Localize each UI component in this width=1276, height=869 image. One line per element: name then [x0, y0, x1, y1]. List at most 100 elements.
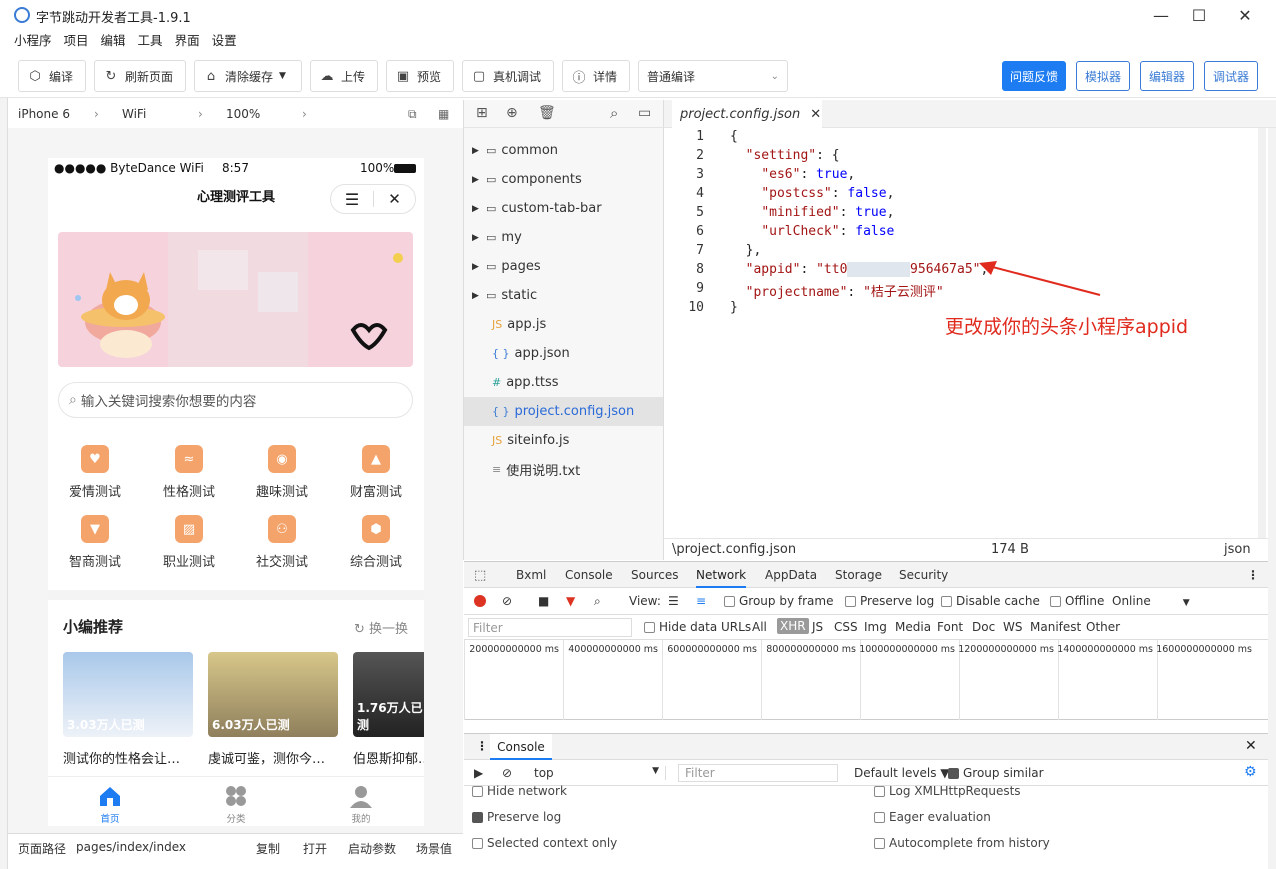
menu-edit[interactable]: 编辑	[101, 30, 126, 52]
file-tree-item[interactable]: ▶ ▭ common	[464, 136, 664, 165]
tab-home[interactable]: 首页	[80, 783, 140, 825]
category-general[interactable]: ⬢ 综合测试	[336, 515, 416, 570]
tab-appdata[interactable]: AppData	[765, 568, 817, 582]
menu-settings[interactable]: 设置	[212, 30, 237, 52]
menu-miniprogram[interactable]: 小程序	[14, 30, 52, 52]
group-similar-checkbox[interactable]: Group similar	[948, 766, 1044, 780]
filter-icon[interactable]: ▼	[566, 594, 575, 608]
preserve-log-checkbox[interactable]: Preserve log	[845, 594, 934, 608]
waterfall-view-icon[interactable]: ≡	[696, 594, 706, 608]
tab-console[interactable]: Console	[565, 568, 613, 582]
list-view-icon[interactable]: ☰	[668, 594, 679, 608]
scene-value-button[interactable]: 场景值	[416, 840, 452, 857]
tab-network[interactable]: Network	[696, 568, 747, 588]
category-wealth[interactable]: ▲ 财富测试	[336, 445, 416, 500]
drawer-menu-icon[interactable]: ⋮	[476, 739, 488, 753]
category-fun[interactable]: ◉ 趣味测试	[242, 445, 322, 500]
category-career[interactable]: ▨ 职业测试	[149, 515, 229, 570]
selected-context-option[interactable]: Selected context only	[472, 836, 617, 850]
remote-debug-button[interactable]: ▢ 真机调试	[462, 60, 554, 92]
copy-path-button[interactable]: 复制	[256, 840, 280, 857]
file-tree-item[interactable]: JS siteinfo.js	[464, 426, 664, 455]
offline-checkbox[interactable]: Offline	[1050, 594, 1104, 608]
type-other[interactable]: Other	[1086, 620, 1120, 634]
type-doc[interactable]: Doc	[972, 620, 995, 634]
open-path-button[interactable]: 打开	[303, 840, 327, 857]
close-drawer-icon[interactable]: ✕	[1245, 738, 1257, 754]
tab-sources[interactable]: Sources	[631, 568, 678, 582]
card-title[interactable]: 测试你的性格会让…	[63, 748, 193, 767]
camera-icon[interactable]: ■	[538, 594, 549, 608]
refresh-button[interactable]: ↻ 刷新页面	[94, 60, 186, 92]
preview-button[interactable]: ▣ 预览	[386, 60, 454, 92]
tab-bxml[interactable]: Bxml	[516, 568, 546, 582]
upload-button[interactable]: ☁ 上传	[310, 60, 378, 92]
card-title[interactable]: 虔诚可鉴，测你今…	[208, 748, 338, 767]
log-xhr-option[interactable]: Log XMLHttpRequests	[874, 784, 1021, 798]
device-select[interactable]: iPhone 6	[18, 107, 70, 121]
group-by-frame-checkbox[interactable]: Group by frame	[724, 594, 833, 608]
grid-icon[interactable]: ▦	[438, 107, 449, 121]
type-ws[interactable]: WS	[1003, 620, 1022, 634]
zoom-select[interactable]: 100%	[226, 107, 260, 121]
launch-params-button[interactable]: 启动参数	[348, 840, 396, 857]
network-filter-input[interactable]: Filter	[468, 618, 632, 637]
hide-data-urls-checkbox[interactable]: Hide data URLs	[644, 620, 751, 634]
autocomplete-history-option[interactable]: Autocomplete from history	[874, 836, 1050, 850]
more-icon[interactable]: ⋮	[1247, 568, 1259, 582]
compile-button[interactable]: ⬡ 编译	[18, 60, 86, 92]
card-title[interactable]: 伯恩斯抑郁…	[353, 748, 424, 767]
tab-mine[interactable]: 我的	[331, 783, 391, 825]
close-app-icon[interactable]: ✕	[374, 190, 415, 208]
type-xhr[interactable]: XHR	[777, 618, 809, 634]
disable-cache-checkbox[interactable]: Disable cache	[941, 594, 1040, 608]
maximize-button[interactable]: ☐	[1176, 0, 1222, 30]
file-tree-item[interactable]: { } project.config.json	[464, 397, 664, 426]
editor-toggle[interactable]: 编辑器	[1140, 61, 1194, 91]
type-font[interactable]: Font	[937, 620, 963, 634]
record-icon[interactable]	[474, 595, 486, 607]
new-file-icon[interactable]: ⊞	[476, 105, 488, 121]
file-tree-item[interactable]: ▶ ▭ pages	[464, 252, 664, 281]
recommend-card[interactable]: 1.76万人已测	[353, 652, 424, 737]
tab-security[interactable]: Security	[899, 568, 948, 582]
close-tab-icon[interactable]: ✕	[810, 107, 821, 122]
clear-cache-button[interactable]: ⌂ 清除缓存 ▼	[194, 60, 302, 92]
network-timeline[interactable]: 200000000000 ms 400000000000 ms 60000000…	[464, 640, 1276, 720]
feedback-button[interactable]: 问题反馈	[1002, 61, 1066, 91]
type-media[interactable]: Media	[895, 620, 931, 634]
category-personality[interactable]: ≈ 性格测试	[149, 445, 229, 500]
delete-icon[interactable]: 🗑	[538, 105, 556, 121]
folder-open-icon[interactable]: ▭	[638, 105, 651, 121]
menu-tools[interactable]: 工具	[138, 30, 163, 52]
new-folder-icon[interactable]: ⊕	[506, 105, 518, 121]
simulator-toggle[interactable]: 模拟器	[1076, 61, 1130, 91]
file-tree-item[interactable]: # app.ttss	[464, 368, 664, 397]
tab-storage[interactable]: Storage	[835, 568, 882, 582]
menu-icon[interactable]: ☰	[331, 190, 373, 209]
category-love[interactable]: ♥ 爱情测试	[55, 445, 135, 500]
type-all[interactable]: All	[752, 620, 767, 634]
console-filter-input[interactable]: Filter	[678, 764, 838, 782]
category-social[interactable]: ⚇ 社交测试	[242, 515, 322, 570]
refresh-recommend-button[interactable]: ↻ 换一换	[354, 618, 408, 637]
eager-eval-option[interactable]: Eager evaluation	[874, 810, 991, 824]
compile-mode-select[interactable]: 普通编译 ⌄	[638, 60, 788, 92]
window-icon[interactable]: ⧉	[408, 107, 417, 122]
hide-network-option[interactable]: Hide network	[472, 784, 567, 798]
inspect-icon[interactable]: ⬚	[474, 568, 486, 583]
file-tree-item[interactable]: ▶ ▭ static	[464, 281, 664, 310]
search-icon[interactable]: ⌕	[610, 104, 618, 122]
file-tree-item[interactable]: ▶ ▭ custom-tab-bar	[464, 194, 664, 223]
preserve-log-option[interactable]: Preserve log	[472, 810, 561, 824]
file-tree-item[interactable]: JS app.js	[464, 310, 664, 339]
throttle-select[interactable]: Online ▼	[1112, 594, 1190, 608]
gear-icon[interactable]: ⚙	[1244, 764, 1257, 780]
menu-view[interactable]: 界面	[175, 30, 200, 52]
clear-icon[interactable]: ⊘	[502, 594, 512, 608]
type-img[interactable]: Img	[864, 620, 887, 634]
sidebar-toggle-icon[interactable]: ▶	[474, 766, 483, 780]
menu-project[interactable]: 项目	[64, 30, 89, 52]
details-button[interactable]: ⓘ 详情	[562, 60, 630, 92]
file-tree-item[interactable]: ▶ ▭ components	[464, 165, 664, 194]
